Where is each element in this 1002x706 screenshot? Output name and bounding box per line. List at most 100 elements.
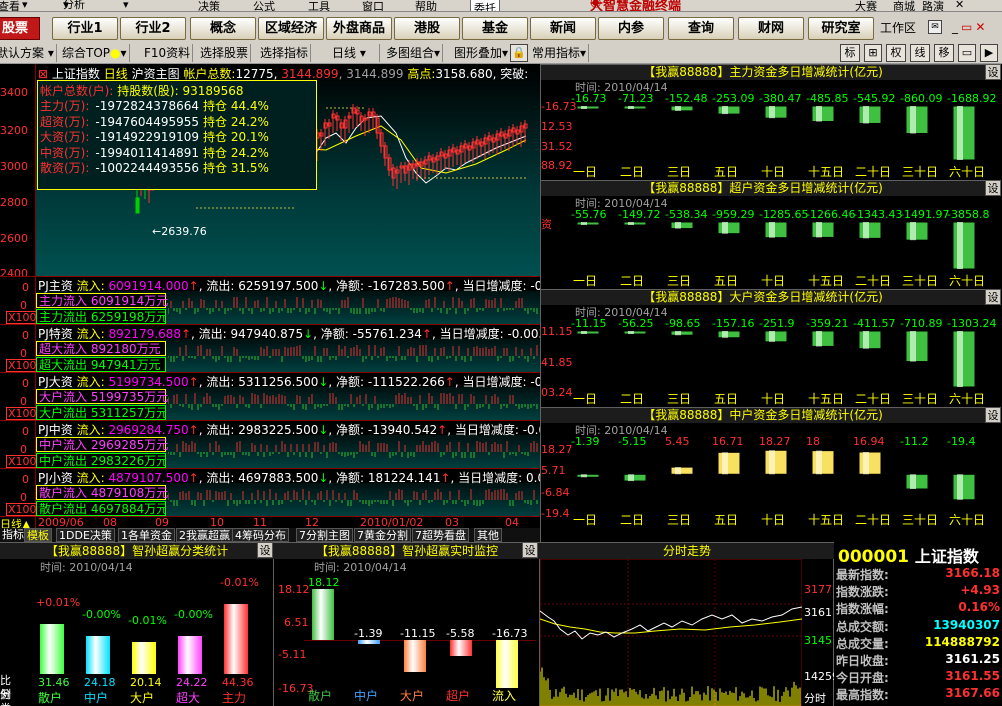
top-link-contest[interactable]: 大赛 (855, 0, 877, 11)
top-menu-bar: 查看 ▾ 分析 ▾ ▾ 决策 公式 工具 窗口 帮助 委托 ◉ 大智慧金融终端 大… (0, 0, 1002, 12)
bar-highlight (863, 331, 869, 349)
tab-dde[interactable]: 1DDE决策 (56, 528, 115, 542)
bar-highlight (769, 222, 775, 238)
toolbar-select-indicator[interactable]: 选择指标 (258, 44, 312, 62)
multi-day-panel: 【我赢88888】大户资金多日增减统计(亿元) 设时间: 2010/04/14 11… (541, 289, 1002, 407)
nav-concept[interactable]: 概念 (190, 17, 256, 40)
flow-in-legend: 中户流入 2969285万元 (36, 437, 168, 452)
realtime-monitor-settings[interactable]: 设 (522, 542, 538, 558)
tab-chip[interactable]: 4筹码分布 (232, 528, 289, 542)
nav-industry2[interactable]: 行业2 (120, 17, 186, 40)
multi-day-panel: 【我赢88888】超户资金多日增减统计(亿元) 设时间: 2010/04/14 资 -… (541, 180, 1002, 289)
tab-template[interactable]: 模板 (24, 528, 52, 542)
toolbar-line[interactable]: 线 (910, 44, 930, 62)
multi-day-bar (764, 105, 788, 119)
multi-day-bar (764, 449, 788, 475)
quote-key: 最新指数: (836, 568, 889, 582)
class-value: 24.18 (84, 676, 116, 689)
trade-button[interactable]: 委托 (470, 0, 500, 11)
multi-day-settings[interactable]: 设 (985, 289, 1001, 305)
toolbar-period[interactable]: 日线 ▾ (330, 44, 380, 62)
window-buttons[interactable]: _▭✕ (952, 20, 988, 34)
toolbar-common-indicator[interactable]: 常用指标▾ (530, 44, 590, 62)
multi-day-bar (576, 473, 600, 478)
multi-day-xlabel: 十五日 (808, 165, 845, 179)
multi-day-xlabel: 十五日 (808, 513, 845, 527)
bar-highlight (910, 106, 916, 134)
lock-icon[interactable]: 🔒 (510, 44, 528, 62)
crosshair-icon[interactable]: ⊞ (864, 44, 882, 62)
flow-in-label: 流入: (76, 375, 109, 389)
stock-button[interactable]: 股票 (0, 17, 40, 40)
y-tick: 18.12 (278, 583, 310, 596)
nav-foreign-commodity[interactable]: 外盘商品 (326, 17, 392, 40)
top-link-mall[interactable]: 商城 (893, 0, 915, 11)
toolbar-top[interactable]: 综合TOP●▾ (60, 44, 130, 62)
toolbar-mark[interactable]: 标 (840, 44, 860, 62)
nav-insider[interactable]: 内参 (598, 17, 664, 40)
low-annotation: ←2639.76 (152, 225, 207, 238)
nav-research[interactable]: 研究室 (808, 17, 874, 40)
nav-fund[interactable]: 基金 (462, 17, 528, 40)
multi-day-xlabel: 三十日 (902, 513, 939, 527)
class-category: 主力 (222, 691, 247, 705)
multi-day-bar (670, 105, 694, 112)
tooltip-key: 中资(万): (40, 145, 90, 160)
class-value: 44.36 (222, 676, 254, 689)
multi-day-xlabel: 十日 (761, 513, 786, 527)
toolbar-rights[interactable]: 权 (886, 44, 906, 62)
workspace-label[interactable]: 工作区 (880, 19, 916, 36)
nav-news[interactable]: 新闻 (530, 17, 596, 40)
tab-trend[interactable]: 7超势看盘 (412, 528, 469, 542)
bar-highlight (816, 450, 822, 475)
toolbar-multi-chart[interactable]: 多图组合▾ (384, 44, 444, 62)
tab-super-win[interactable]: 2我赢超赢 (176, 528, 233, 542)
tab-orders[interactable]: 1各单资金 (118, 528, 175, 542)
window-icon[interactable]: ▭ (958, 44, 976, 62)
menu-window[interactable]: 窗口 (362, 0, 384, 11)
toolbar-overlay[interactable]: 图形叠加▾ (452, 44, 512, 62)
tab-golden[interactable]: 7黄金分割 (354, 528, 411, 542)
menu-formula[interactable]: 公式 (253, 0, 275, 11)
tab-other[interactable]: 其他 (474, 528, 502, 542)
tab-indicator[interactable]: 指标 (0, 528, 26, 542)
menu-view[interactable]: 查看 (0, 0, 20, 11)
monitor-value: -1.39 (354, 627, 383, 641)
flow-in-label: 流入: (76, 279, 109, 293)
multi-day-settings[interactable]: 设 (985, 180, 1001, 196)
monitor-value: -5.58 (446, 627, 475, 641)
flow-out-legend: 大户流出 5311257万元 (36, 405, 166, 420)
workspace-menu-icon[interactable]: ✉ (928, 20, 942, 34)
menu-decision[interactable]: 决策 (198, 0, 220, 11)
toolbar-default-scheme[interactable]: 默认方案 ▾ (0, 44, 57, 62)
class-bar (86, 635, 110, 674)
toolbar-move[interactable]: 移 (934, 44, 954, 62)
nav-region[interactable]: 区域经济 (258, 17, 324, 40)
tooltip-value: -1994011414891 (95, 145, 200, 160)
nav-query[interactable]: 查询 (668, 17, 734, 40)
tooltip-row: 中资(万): -1994011414891 持仓 24.2% (40, 144, 269, 161)
play-icon[interactable]: ▶ (980, 44, 998, 62)
toolbar-select-stock[interactable]: 选择股票 (198, 44, 252, 62)
class-stat-settings[interactable]: 设 (257, 542, 273, 558)
window-controls[interactable]: ✕ (955, 0, 964, 11)
menu-tools[interactable]: 工具 (308, 0, 330, 11)
tab-split[interactable]: 7分割主图 (296, 528, 353, 542)
menu-analysis[interactable]: 分析 ▾ (63, 0, 85, 11)
multi-day-bar (952, 105, 976, 161)
multi-day-bar (717, 221, 741, 235)
nav-industry1[interactable]: 行业1 (52, 17, 118, 40)
top-link-roadshow[interactable]: 路演 (922, 0, 944, 11)
toolbar-f10[interactable]: F10资料 (142, 44, 194, 62)
quote-value: 3166.18 (945, 566, 1000, 580)
bar-highlight (910, 474, 916, 490)
multi-day-settings[interactable]: 设 (985, 407, 1001, 423)
nav-finance[interactable]: 财网 (738, 17, 804, 40)
flow-bars (168, 345, 538, 362)
multi-day-settings[interactable]: 设 (985, 64, 1001, 80)
bar-highlight (722, 331, 728, 338)
monitor-value: -11.15 (400, 627, 436, 641)
nav-hk-stock[interactable]: 港股 (394, 17, 460, 40)
menu-help[interactable]: 帮助 (415, 0, 437, 11)
flow-title: PJ中资 (38, 423, 77, 437)
